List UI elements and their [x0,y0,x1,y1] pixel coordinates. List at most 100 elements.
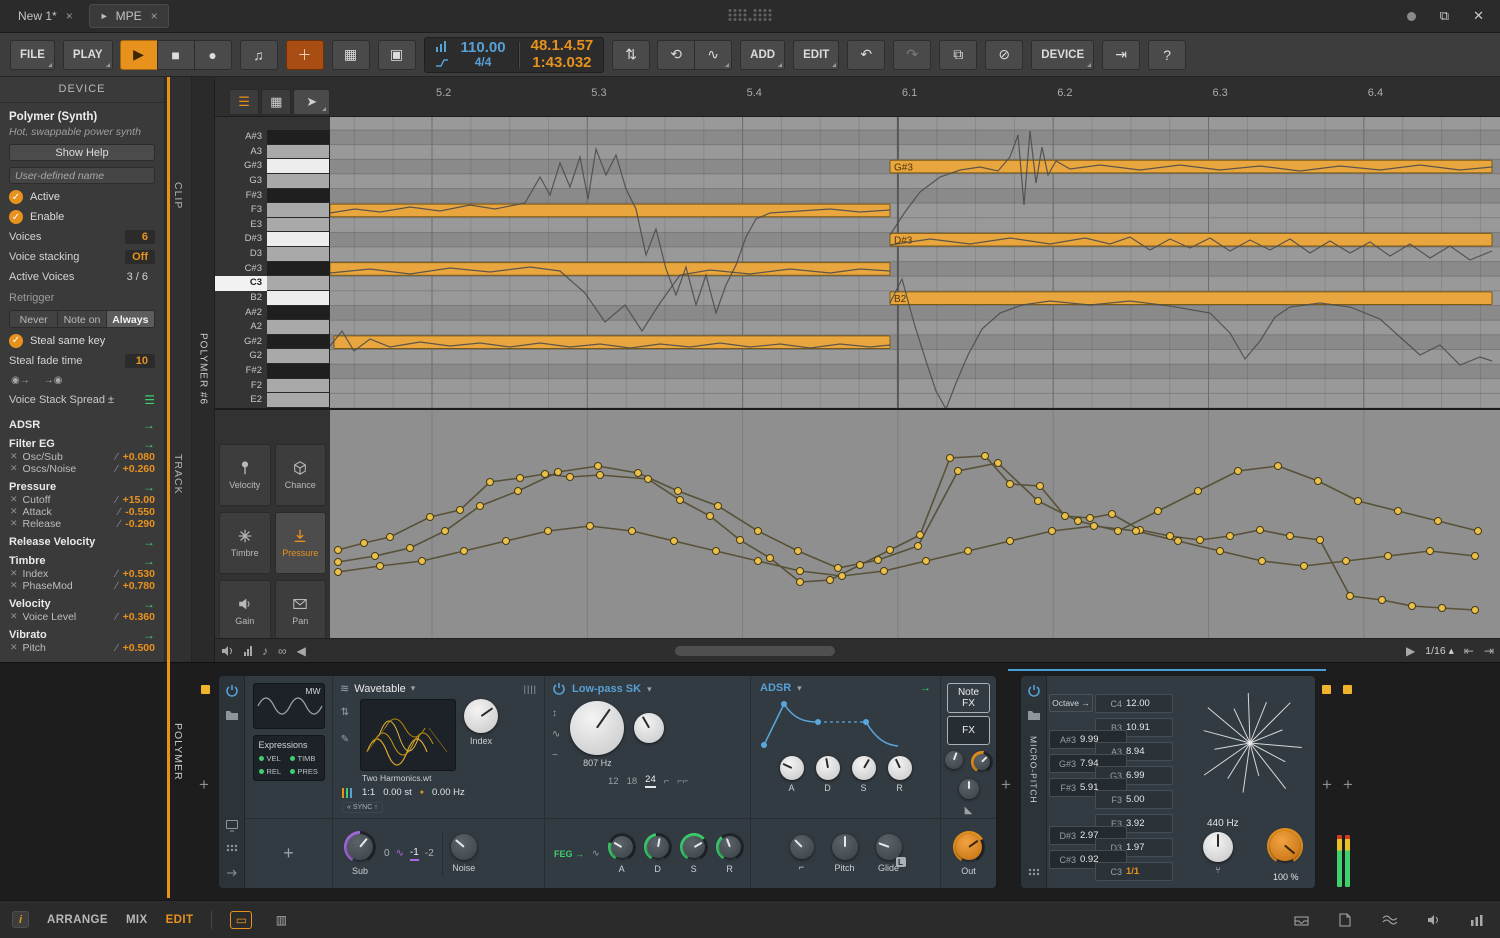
piano-key-E2[interactable]: E2 [215,393,330,408]
pressure-curve-area[interactable] [330,410,1500,638]
info-icon[interactable]: i [12,911,29,928]
mapping-dots-icon[interactable] [225,842,239,856]
mod-source-adsr[interactable]: ADSR→ [9,418,155,432]
mod-target-voice-level[interactable]: ✕Voice Level∕+0.360 [9,611,155,623]
track-color-swatch[interactable] [1343,685,1352,694]
project-tab-new1[interactable]: New 1* × [8,5,83,27]
expression-timb-button[interactable]: TIMB [290,754,319,763]
feg-release-knob[interactable] [719,836,741,858]
add-track-device-button[interactable]: + [1343,775,1353,795]
pressure-point[interactable] [1315,478,1322,485]
expression-lane-velocity[interactable]: Velocity [219,444,271,506]
octave-mapping-label[interactable]: Octave → [1049,694,1093,712]
zoom-selection-icon[interactable]: ⇥ [1484,644,1494,658]
piano-key-F3[interactable]: F3 [215,203,330,218]
close-tab-icon[interactable]: × [66,9,73,23]
note-grid[interactable]: G#3D#3B2 [330,117,1500,408]
pressure-point[interactable] [1235,468,1242,475]
device-power-icon[interactable] [225,684,239,698]
pressure-point[interactable] [1475,528,1482,535]
mod-curve-icon[interactable]: ∕ [118,506,120,518]
horizontal-scrollbar[interactable] [675,646,835,656]
voice-stacking-value[interactable]: Off [125,250,155,264]
active-toggle[interactable]: ✓ Active [9,190,155,204]
remove-mod-icon[interactable]: ✕ [10,580,18,591]
mod-source-velocity[interactable]: Velocity→ [9,597,155,611]
expression-rel-button[interactable]: REL [259,767,288,776]
pressure-point[interactable] [713,548,720,555]
piano-key-F2[interactable]: F2 [215,379,330,394]
song-time[interactable]: 1:43.032 [532,55,591,72]
restore-window-button[interactable]: ⧉ [1440,8,1449,24]
slope-18-button[interactable]: 18 [627,776,638,787]
pressure-point[interactable] [1317,537,1324,544]
expression-vel-button[interactable]: VEL [259,754,288,763]
mod-wheel-source[interactable]: MW [253,683,325,729]
pressure-point[interactable] [487,479,494,486]
mod-target-pitch[interactable]: ✕Pitch∕+0.500 [9,642,155,654]
chain-track-name[interactable]: POLYMER [172,723,184,781]
env-shape-knob[interactable] [790,835,814,859]
mod-target-cutoff[interactable]: ✕Cutoff∕+15.00 [9,494,155,506]
pressure-point[interactable] [477,503,484,510]
expression-lane-pan[interactable]: Pan [275,580,327,642]
wavetable-index-knob[interactable] [464,699,498,733]
pressure-point[interactable] [1155,508,1162,515]
voices-row[interactable]: Voices 6 [9,230,155,244]
pressure-point[interactable] [1472,553,1479,560]
pressure-point[interactable] [635,470,642,477]
mapping-dots-icon[interactable] [1027,866,1041,880]
pressure-point[interactable] [587,523,594,530]
pressure-point[interactable] [797,579,804,586]
loop-button[interactable]: ⟲ [657,40,695,70]
pan-knob[interactable] [959,779,979,799]
piano-key-D#3[interactable]: D#3 [215,232,330,247]
note-D#3[interactable] [890,233,1492,246]
grid-snap-button[interactable]: ▦ [332,40,370,70]
detail-editor-panel-button[interactable]: ▭ [230,911,252,929]
steal-fade-time-value[interactable]: 10 [125,354,155,368]
mod-target-phasemod[interactable]: ✕PhaseMod∕+0.780 [9,580,155,592]
wavetable-browser-icon[interactable]: |||| [524,684,537,694]
filter-keytrack-icon[interactable]: ∿ [552,729,560,740]
osc-detune-hz-value[interactable]: 0.00 Hz [432,787,465,798]
feg-shape-icon[interactable]: ∿ [592,848,600,859]
pressure-point[interactable] [1109,511,1116,518]
filter-power-icon[interactable] [552,682,566,696]
steal-fade-time-row[interactable]: Steal fade time 10 [9,354,155,368]
pressure-point[interactable] [1409,603,1416,610]
pressure-point[interactable] [677,497,684,504]
pressure-point[interactable] [427,514,434,521]
device-polymer[interactable]: MW Expressions VEL TIMB REL PRES [218,675,997,889]
mod-curve-icon[interactable]: ∕ [116,568,118,580]
clip-record-button[interactable]: ＋ [286,40,324,70]
show-inspector-button[interactable]: ⇥ [1102,40,1140,70]
note-input-icon[interactable]: ♪ [262,644,268,658]
close-tab-icon[interactable]: × [151,9,158,23]
piano-key-E3[interactable]: E3 [215,218,330,233]
sync-toggle[interactable]: « SYNC ↑ [342,802,383,813]
pressure-point[interactable] [1343,558,1350,565]
mod-curve-icon[interactable]: ∕ [118,518,120,530]
piano-key-B2[interactable]: B2 [215,291,330,306]
pressure-point[interactable] [923,558,930,565]
remove-mod-icon[interactable]: ✕ [10,518,18,529]
pressure-point[interactable] [1197,537,1204,544]
notification-dot-icon[interactable] [1407,12,1416,21]
punch-in-out-button[interactable]: ⇅ [612,40,650,70]
mod-curve-icon[interactable]: ∕ [116,463,118,475]
slope-24-button[interactable]: 24 [645,774,656,788]
out-level-knob[interactable] [956,834,982,860]
pressure-point[interactable] [1007,481,1014,488]
grid-resolution[interactable]: 1/16 ▴ [1425,645,1454,657]
drive-knob[interactable] [974,754,990,770]
mod-source-timbre[interactable]: Timbre→ [9,554,155,568]
pressure-point[interactable] [827,577,834,584]
device-name-input[interactable] [9,167,155,184]
pressure-point[interactable] [372,553,379,560]
pressure-point[interactable] [1301,563,1308,570]
amp-attack-knob[interactable] [780,756,804,780]
pressure-point[interactable] [545,528,552,535]
sub-level-knob[interactable] [347,834,373,860]
pressure-point[interactable] [1049,528,1056,535]
